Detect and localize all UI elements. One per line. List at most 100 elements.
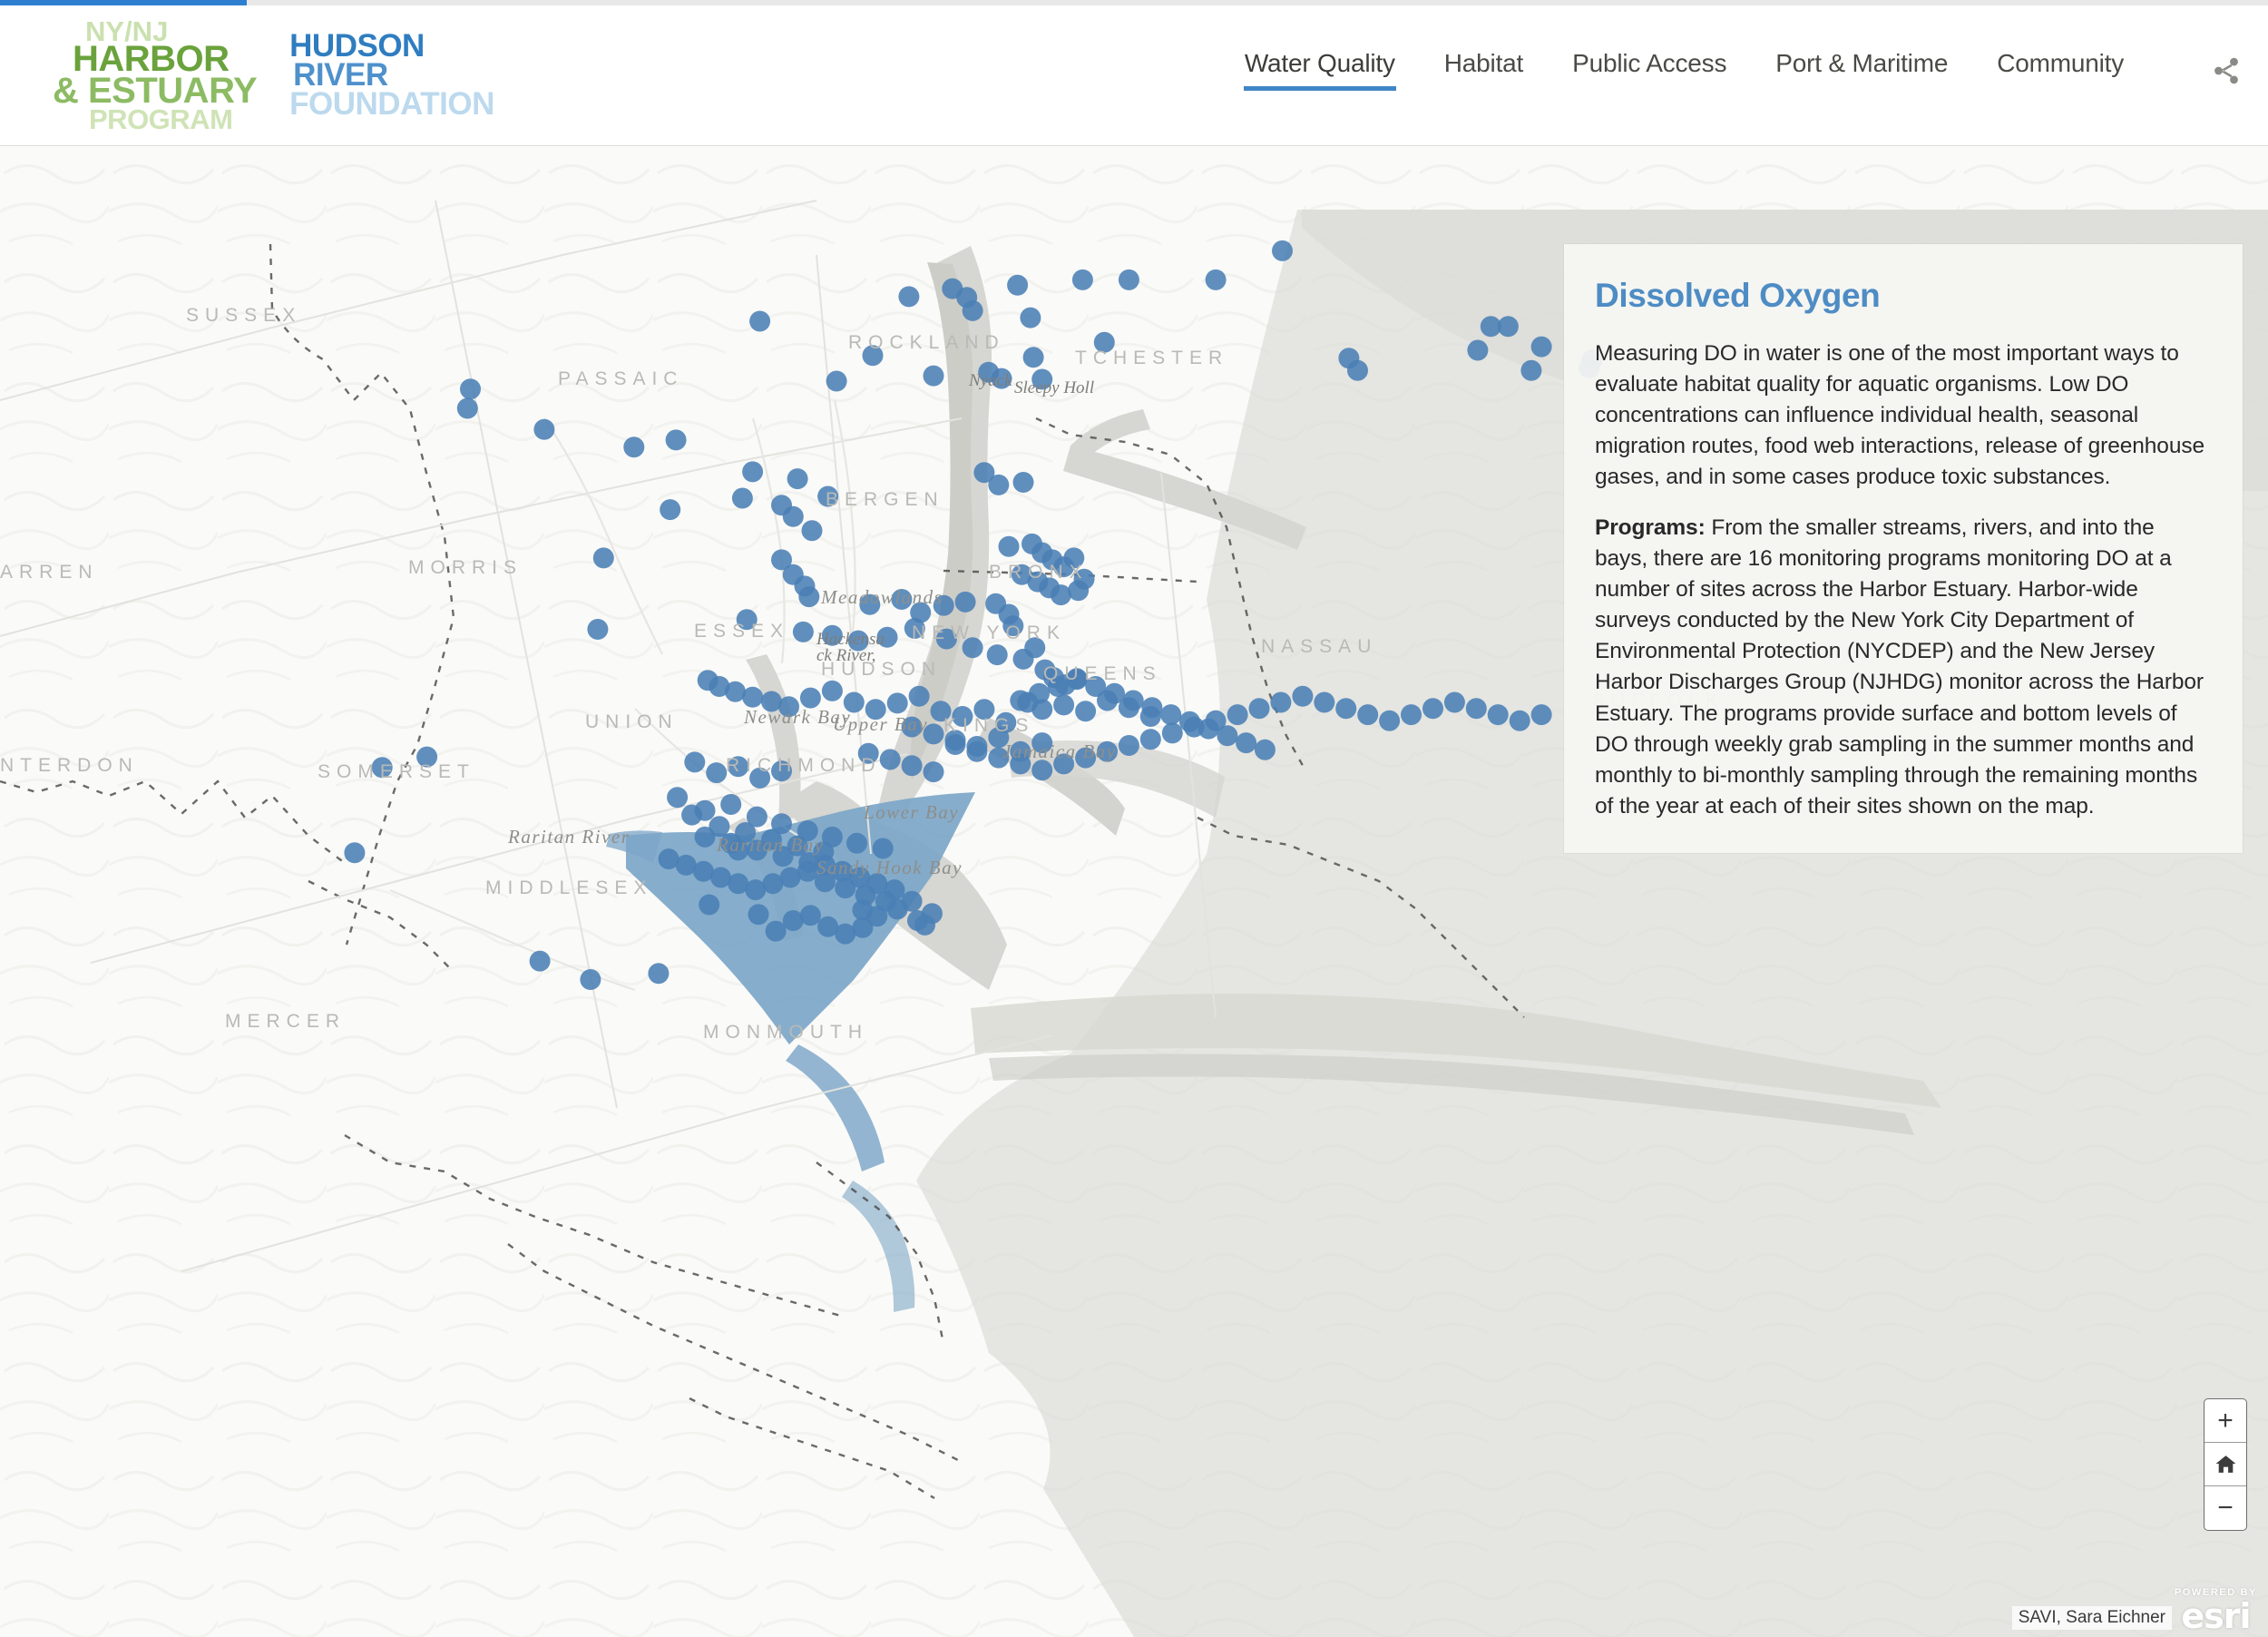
monitoring-site-point[interactable] bbox=[1401, 704, 1422, 726]
monitoring-site-point[interactable] bbox=[1029, 682, 1050, 704]
monitoring-site-point[interactable] bbox=[1509, 710, 1530, 731]
monitoring-site-point[interactable] bbox=[731, 487, 753, 509]
hrf-logo[interactable]: HUDSON RIVER FOUNDATION bbox=[289, 30, 494, 121]
monitoring-site-point[interactable] bbox=[1520, 359, 1542, 381]
monitoring-site-point[interactable] bbox=[843, 691, 865, 713]
nav-item-habitat[interactable]: Habitat bbox=[1420, 49, 1548, 91]
monitoring-site-point[interactable] bbox=[772, 846, 794, 868]
monitoring-site-point[interactable] bbox=[986, 644, 1008, 666]
monitoring-site-point[interactable] bbox=[966, 740, 988, 762]
monitoring-site-point[interactable] bbox=[371, 757, 393, 779]
monitoring-site-point[interactable] bbox=[901, 755, 923, 777]
monitoring-site-point[interactable] bbox=[1075, 701, 1097, 722]
monitoring-site-point[interactable] bbox=[592, 547, 614, 569]
monitoring-site-point[interactable] bbox=[1050, 584, 1071, 606]
monitoring-site-point[interactable] bbox=[1031, 368, 1053, 390]
monitoring-site-point[interactable] bbox=[904, 618, 925, 639]
monitoring-site-point[interactable] bbox=[746, 839, 767, 861]
monitoring-site-point[interactable] bbox=[799, 687, 821, 709]
monitoring-site-point[interactable] bbox=[1422, 698, 1443, 720]
monitoring-site-point[interactable] bbox=[1270, 691, 1292, 713]
monitoring-site-point[interactable] bbox=[1467, 339, 1489, 361]
monitoring-site-point[interactable] bbox=[798, 586, 820, 608]
monitoring-site-point[interactable] bbox=[742, 686, 764, 708]
monitoring-site-point[interactable] bbox=[658, 848, 679, 870]
monitoring-site-point[interactable] bbox=[1357, 704, 1379, 726]
monitoring-site-point[interactable] bbox=[720, 832, 742, 854]
monitoring-site-point[interactable] bbox=[901, 716, 923, 738]
monitoring-site-point[interactable] bbox=[954, 591, 976, 613]
monitoring-site-point[interactable] bbox=[991, 368, 1012, 389]
monitoring-site-point[interactable] bbox=[923, 365, 944, 387]
monitoring-site-point[interactable] bbox=[821, 680, 843, 701]
monitoring-site-point[interactable] bbox=[1063, 547, 1085, 569]
monitoring-site-point[interactable] bbox=[988, 474, 1010, 495]
nav-item-port-maritime[interactable]: Port & Maritime bbox=[1751, 49, 1972, 91]
monitoring-site-point[interactable] bbox=[1217, 725, 1238, 747]
monitoring-site-point[interactable] bbox=[1071, 269, 1093, 290]
monitoring-site-point[interactable] bbox=[787, 468, 808, 490]
monitoring-site-point[interactable] bbox=[1530, 336, 1552, 358]
monitoring-site-point[interactable] bbox=[1053, 753, 1075, 775]
monitoring-site-point[interactable] bbox=[782, 505, 804, 527]
monitoring-site-point[interactable] bbox=[1497, 316, 1519, 338]
monitoring-site-point[interactable] bbox=[1053, 694, 1075, 716]
monitoring-site-point[interactable] bbox=[1010, 753, 1031, 775]
monitoring-site-point[interactable] bbox=[865, 699, 886, 720]
monitoring-site-point[interactable] bbox=[1066, 669, 1088, 691]
monitoring-site-point[interactable] bbox=[1141, 697, 1163, 719]
monitoring-site-point[interactable] bbox=[580, 969, 601, 990]
monitoring-site-point[interactable] bbox=[1487, 704, 1509, 726]
monitoring-site-point[interactable] bbox=[749, 767, 771, 789]
monitoring-site-point[interactable] bbox=[699, 894, 720, 916]
monitoring-site-point[interactable] bbox=[1465, 698, 1487, 720]
monitoring-site-point[interactable] bbox=[706, 762, 728, 784]
monitoring-site-point[interactable] bbox=[962, 637, 983, 659]
monitoring-site-point[interactable] bbox=[1248, 698, 1270, 720]
monitoring-site-point[interactable] bbox=[694, 826, 716, 848]
monitoring-site-point[interactable] bbox=[988, 727, 1010, 749]
monitoring-site-point[interactable] bbox=[901, 890, 923, 912]
monitoring-site-point[interactable] bbox=[1118, 269, 1139, 290]
monitoring-site-point[interactable] bbox=[1292, 685, 1314, 707]
monitoring-site-point[interactable] bbox=[998, 535, 1020, 557]
monitoring-site-point[interactable] bbox=[1002, 615, 1024, 637]
monitoring-site-point[interactable] bbox=[1031, 732, 1053, 754]
monitoring-site-point[interactable] bbox=[857, 742, 879, 764]
monitoring-site-point[interactable] bbox=[923, 761, 944, 783]
nav-item-community[interactable]: Community bbox=[1972, 49, 2148, 91]
monitoring-site-point[interactable] bbox=[1047, 676, 1069, 697]
monitoring-site-point[interactable] bbox=[736, 609, 758, 631]
monitoring-site-point[interactable] bbox=[533, 418, 555, 440]
monitoring-site-point[interactable] bbox=[908, 685, 930, 707]
nav-item-public-access[interactable]: Public Access bbox=[1548, 49, 1751, 91]
monitoring-site-point[interactable] bbox=[748, 904, 769, 926]
monitoring-site-point[interactable] bbox=[782, 910, 804, 931]
monitoring-site-point[interactable] bbox=[879, 749, 901, 770]
monitoring-site-point[interactable] bbox=[891, 589, 913, 610]
zoom-in-button[interactable]: + bbox=[2204, 1399, 2246, 1443]
monitoring-site-point[interactable] bbox=[1104, 682, 1125, 704]
monitoring-site-point[interactable] bbox=[792, 621, 814, 642]
monitoring-site-point[interactable] bbox=[1122, 690, 1144, 711]
monitoring-site-point[interactable] bbox=[988, 747, 1010, 769]
monitoring-site-point[interactable] bbox=[587, 619, 609, 640]
monitoring-site-point[interactable] bbox=[648, 963, 670, 985]
monitoring-site-point[interactable] bbox=[1335, 698, 1357, 720]
monitoring-site-point[interactable] bbox=[862, 345, 884, 367]
monitoring-site-point[interactable] bbox=[952, 706, 973, 727]
monitoring-site-point[interactable] bbox=[684, 751, 706, 773]
monitoring-site-point[interactable] bbox=[826, 370, 847, 392]
monitoring-site-point[interactable] bbox=[529, 950, 551, 972]
monitoring-site-point[interactable] bbox=[765, 920, 787, 942]
monitoring-site-point[interactable] bbox=[1118, 735, 1139, 756]
monitoring-site-point[interactable] bbox=[944, 734, 966, 755]
monitoring-site-point[interactable] bbox=[859, 593, 881, 615]
monitoring-site-point[interactable] bbox=[1012, 472, 1034, 493]
monitoring-site-point[interactable] bbox=[1075, 747, 1097, 769]
zoom-out-button[interactable]: − bbox=[2204, 1486, 2246, 1530]
hep-logo[interactable]: NY/NJ HARBOR & ESTUARY PROGRAM bbox=[53, 16, 258, 133]
monitoring-site-point[interactable] bbox=[1227, 704, 1248, 726]
monitoring-site-point[interactable] bbox=[1073, 568, 1095, 590]
monitoring-site-point[interactable] bbox=[1530, 704, 1552, 726]
